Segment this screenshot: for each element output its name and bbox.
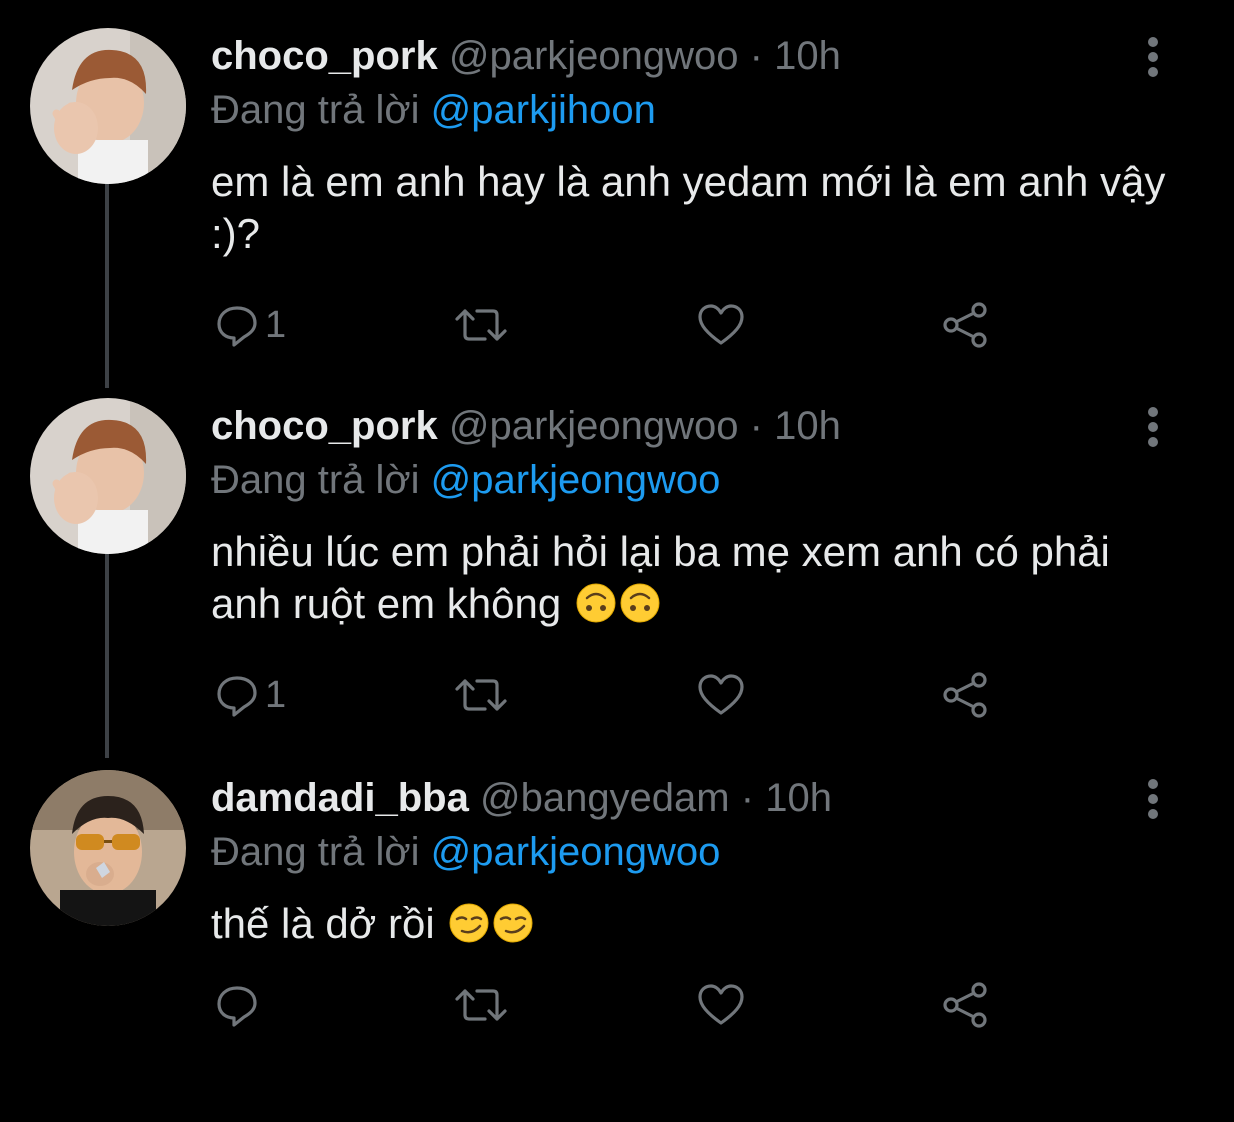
tweet-text: nhiều lúc em phải hỏi lại ba mẹ xem anh …: [211, 526, 1191, 630]
upside-down-face-emoji: [620, 583, 660, 623]
separator-dot: ·: [749, 404, 763, 448]
share-button[interactable]: [941, 300, 989, 350]
share-button[interactable]: [941, 980, 989, 1030]
action-bar: 1: [211, 300, 1011, 350]
more-vertical-icon[interactable]: [1138, 406, 1168, 448]
action-bar: 1: [211, 670, 1011, 720]
heart-icon: [698, 674, 744, 715]
action-bar: [211, 980, 1011, 1030]
separator-dot: ·: [749, 34, 763, 78]
reply-button[interactable]: 1: [215, 670, 286, 720]
display-name[interactable]: choco_pork: [211, 404, 438, 448]
heart-icon: [698, 984, 744, 1025]
retweet-icon: [455, 309, 507, 341]
thread-line: [105, 178, 109, 388]
user-handle[interactable]: @parkjeongwoo: [449, 404, 739, 448]
retweet-button[interactable]: [453, 670, 509, 720]
replying-to: Đang trả lời @parkjeongwoo: [211, 458, 720, 502]
retweet-icon: [455, 989, 507, 1021]
reply-button[interactable]: 1: [215, 300, 286, 350]
like-button[interactable]: [697, 300, 745, 350]
tweet-header: choco_pork @parkjeongwoo · 10h: [211, 404, 841, 448]
smirking-face-emoji: [449, 903, 489, 943]
timestamp[interactable]: 10h: [774, 34, 841, 78]
heart-icon: [698, 304, 744, 345]
tweet-text: thế là dở rồi: [211, 898, 1191, 950]
tweet-3[interactable]: damdadi_bba @bangyedam · 10h Đang trả lờ…: [0, 752, 1234, 1122]
avatar-choco-pork[interactable]: [30, 28, 186, 184]
replying-to-label: Đang trả lời: [211, 88, 420, 132]
smirking-face-emoji: [493, 903, 533, 943]
replying-to-mention[interactable]: @parkjeongwoo: [431, 458, 721, 502]
reply-button[interactable]: [215, 980, 265, 1030]
separator-dot: ·: [740, 776, 755, 820]
tweet-text-content: thế là dở rồi: [211, 900, 435, 947]
replying-to-mention[interactable]: @parkjihoon: [431, 88, 656, 132]
tweet-text-content: em là em anh hay là anh yedam mới là em …: [211, 158, 1166, 257]
like-button[interactable]: [697, 670, 745, 720]
replying-to-mention[interactable]: @parkjeongwoo: [431, 830, 721, 874]
reply-icon: [217, 306, 257, 347]
more-vertical-icon[interactable]: [1138, 36, 1168, 78]
user-handle[interactable]: @bangyedam: [480, 776, 730, 820]
tweet-1[interactable]: choco_pork @parkjeongwoo · 10h Đang trả …: [0, 10, 1234, 388]
share-button[interactable]: [941, 670, 989, 720]
reply-icon: [217, 986, 257, 1027]
upside-down-face-emoji: [576, 583, 616, 623]
share-icon: [943, 302, 987, 348]
like-button[interactable]: [697, 980, 745, 1030]
tweet-text: em là em anh hay là anh yedam mới là em …: [211, 156, 1191, 260]
thread-line: [105, 548, 109, 758]
replying-to-label: Đang trả lời: [211, 458, 420, 502]
tweet-2[interactable]: choco_pork @parkjeongwoo · 10h Đang trả …: [0, 380, 1234, 758]
more-vertical-icon[interactable]: [1138, 778, 1168, 820]
reply-count: 1: [265, 673, 287, 716]
replying-to-label: Đang trả lời: [211, 830, 420, 874]
user-handle[interactable]: @parkjeongwoo: [449, 34, 739, 78]
reply-count: 1: [265, 303, 287, 346]
timestamp[interactable]: 10h: [774, 404, 841, 448]
tweet-header: choco_pork @parkjeongwoo · 10h: [211, 34, 841, 78]
display-name[interactable]: choco_pork: [211, 34, 438, 78]
share-icon: [943, 672, 987, 718]
reply-icon: [217, 676, 257, 717]
timestamp[interactable]: 10h: [765, 776, 832, 820]
replying-to: Đang trả lời @parkjihoon: [211, 88, 656, 132]
tweet-header: damdadi_bba @bangyedam · 10h: [211, 776, 832, 820]
avatar-damdadi-bba[interactable]: [30, 770, 186, 926]
avatar-choco-pork[interactable]: [30, 398, 186, 554]
retweet-button[interactable]: [453, 300, 509, 350]
retweet-icon: [455, 679, 507, 711]
share-icon: [943, 982, 987, 1028]
retweet-button[interactable]: [453, 980, 509, 1030]
replying-to: Đang trả lời @parkjeongwoo: [211, 830, 720, 874]
display-name[interactable]: damdadi_bba: [211, 776, 469, 820]
